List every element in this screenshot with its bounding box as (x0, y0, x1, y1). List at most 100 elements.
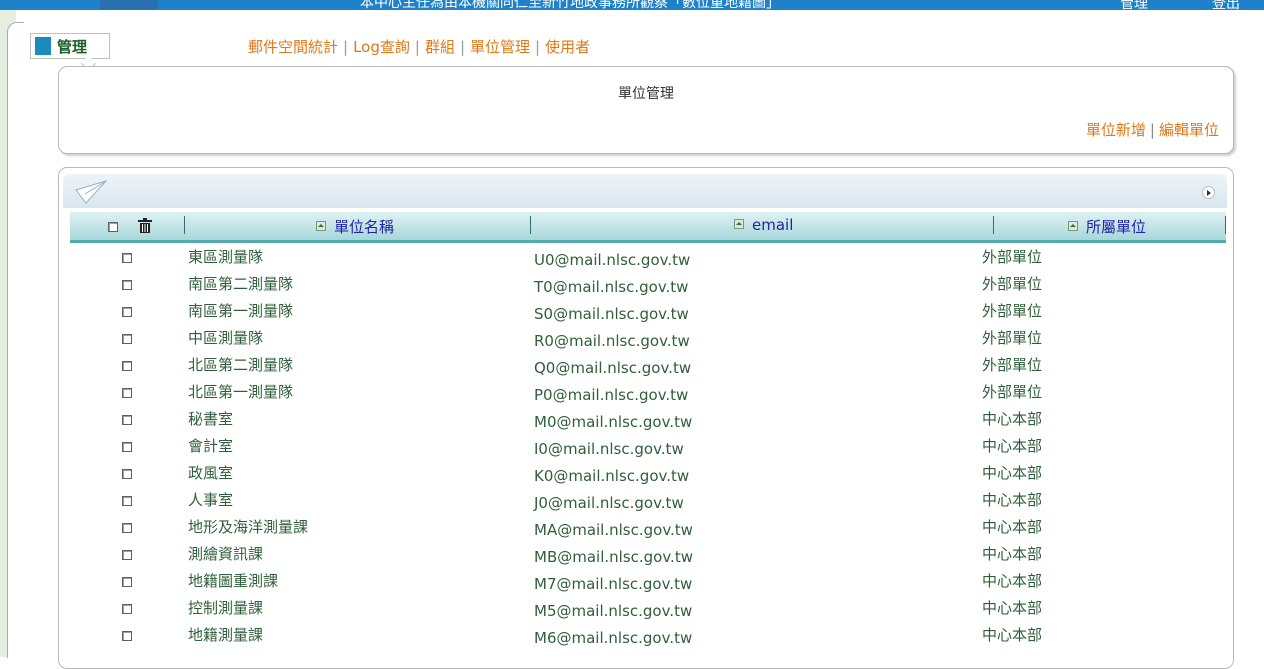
parent-unit-cell: 中心本部 (982, 491, 1043, 509)
unit-name-cell[interactable]: 測繪資訊課 (188, 543, 263, 564)
column-header-email[interactable]: email (734, 216, 793, 234)
table-row: 地形及海洋測量課 MA@mail.nlsc.gov.tw 中心本部 (0, 512, 1264, 539)
nav-mail-quota-stats[interactable]: 郵件空間統計 (248, 38, 338, 56)
table-row: 地籍圖重測課 M7@mail.nlsc.gov.tw 中心本部 (0, 566, 1264, 593)
parent-unit-cell: 中心本部 (982, 518, 1043, 536)
row-checkbox[interactable] (122, 307, 132, 317)
nav-unit-management[interactable]: 單位管理 (470, 38, 530, 56)
email-cell: J0@mail.nlsc.gov.tw (534, 494, 684, 512)
row-checkbox[interactable] (122, 361, 132, 371)
select-all-checkbox[interactable] (108, 222, 118, 232)
row-checkbox[interactable] (122, 415, 132, 425)
column-header-unit-name[interactable]: 單位名稱 (316, 216, 394, 237)
row-checkbox[interactable] (122, 496, 132, 506)
table-row: 控制測量課 M5@mail.nlsc.gov.tw 中心本部 (0, 593, 1264, 620)
table-row: 南區第二測量隊 T0@mail.nlsc.gov.tw 外部單位 (0, 269, 1264, 296)
column-divider (184, 216, 185, 234)
unit-name-cell[interactable]: 北區第二測量隊 (188, 354, 293, 375)
row-checkbox[interactable] (122, 550, 132, 560)
unit-name-cell[interactable]: 地籍圖重測課 (188, 570, 278, 591)
unit-name-cell[interactable]: 地形及海洋測量課 (188, 516, 308, 537)
table-row: 地籍測量課 M6@mail.nlsc.gov.tw 中心本部 (0, 620, 1264, 647)
unit-name-cell[interactable]: 秘書室 (188, 408, 233, 429)
sort-icon (316, 221, 326, 231)
panel-actions: 單位新增 | 編輯單位 (1085, 121, 1219, 139)
email-cell: M6@mail.nlsc.gov.tw (534, 629, 693, 647)
row-checkbox[interactable] (122, 523, 132, 533)
row-checkbox[interactable] (122, 469, 132, 479)
nav-users[interactable]: 使用者 (545, 38, 590, 56)
parent-unit-cell: 中心本部 (982, 599, 1043, 617)
email-cell: R0@mail.nlsc.gov.tw (534, 332, 690, 350)
row-checkbox[interactable] (122, 442, 132, 452)
email-cell: U0@mail.nlsc.gov.tw (534, 251, 691, 269)
unit-name-cell[interactable]: 控制測量課 (188, 597, 263, 618)
parent-unit-cell: 外部單位 (982, 275, 1043, 293)
email-cell: T0@mail.nlsc.gov.tw (534, 278, 689, 296)
parent-unit-cell: 中心本部 (982, 545, 1043, 563)
table-row: 中區測量隊 R0@mail.nlsc.gov.tw 外部單位 (0, 323, 1264, 350)
parent-unit-cell: 外部單位 (982, 356, 1043, 374)
parent-unit-cell: 外部單位 (982, 248, 1043, 266)
table-row: 測繪資訊課 MB@mail.nlsc.gov.tw 中心本部 (0, 539, 1264, 566)
unit-name-cell[interactable]: 會計室 (188, 435, 233, 456)
email-cell: K0@mail.nlsc.gov.tw (534, 467, 690, 485)
email-cell: MA@mail.nlsc.gov.tw (534, 521, 693, 539)
column-header-parent-unit[interactable]: 所屬單位 (1068, 216, 1146, 237)
edit-unit-link[interactable]: 編輯單位 (1159, 121, 1219, 139)
column-divider (993, 216, 994, 234)
parent-unit-cell: 中心本部 (982, 626, 1043, 644)
table-row: 北區第一測量隊 P0@mail.nlsc.gov.tw 外部單位 (0, 377, 1264, 404)
unit-name-cell[interactable]: 東區測量隊 (188, 246, 263, 267)
row-checkbox[interactable] (122, 604, 132, 614)
row-checkbox[interactable] (122, 253, 132, 263)
next-page-icon[interactable] (1202, 186, 1215, 199)
email-cell: M5@mail.nlsc.gov.tw (534, 602, 693, 620)
parent-unit-cell: 外部單位 (982, 302, 1043, 320)
unit-name-cell[interactable]: 南區第一測量隊 (188, 300, 293, 321)
parent-unit-cell: 中心本部 (982, 410, 1043, 428)
email-cell: I0@mail.nlsc.gov.tw (534, 440, 684, 458)
parent-unit-cell: 外部單位 (982, 383, 1043, 401)
paper-plane-icon (75, 180, 107, 204)
row-checkbox[interactable] (122, 388, 132, 398)
logout-link[interactable]: 登出 (1212, 0, 1240, 10)
manage-tab[interactable]: 管理 (30, 33, 110, 72)
email-cell: MB@mail.nlsc.gov.tw (534, 548, 693, 566)
email-cell: P0@mail.nlsc.gov.tw (534, 386, 689, 404)
add-unit-link[interactable]: 單位新增 (1086, 121, 1146, 139)
email-cell: M0@mail.nlsc.gov.tw (534, 413, 693, 431)
list-toolbar (63, 174, 1227, 208)
sort-icon (1068, 221, 1078, 231)
header-title: 本中心主任為由本機關同仁至新竹地政事務所觀察「數位重地籍圖」 (360, 0, 780, 10)
admin-nav: 郵件空間統計 | Log查詢 | 群組 | 單位管理 | 使用者 (248, 38, 591, 56)
manage-tab-label: 管理 (57, 38, 88, 56)
admin-link[interactable]: 管理 (1120, 0, 1148, 10)
unit-name-cell[interactable]: 地籍測量課 (188, 624, 263, 645)
top-header-bar: 本中心主任為由本機關同仁至新竹地政事務所觀察「數位重地籍圖」 管理 登出 (0, 0, 1264, 10)
table-row: 政風室 K0@mail.nlsc.gov.tw 中心本部 (0, 458, 1264, 485)
nav-groups[interactable]: 群組 (425, 38, 455, 56)
row-checkbox[interactable] (122, 280, 132, 290)
trash-icon[interactable] (138, 218, 152, 234)
column-divider (1225, 216, 1226, 234)
logo (100, 0, 158, 10)
table-row: 人事室 J0@mail.nlsc.gov.tw 中心本部 (0, 485, 1264, 512)
row-checkbox[interactable] (122, 631, 132, 641)
table-row: 南區第一測量隊 S0@mail.nlsc.gov.tw 外部單位 (0, 296, 1264, 323)
parent-unit-cell: 外部單位 (982, 329, 1043, 347)
table-row: 秘書室 M0@mail.nlsc.gov.tw 中心本部 (0, 404, 1264, 431)
unit-name-cell[interactable]: 北區第一測量隊 (188, 381, 293, 402)
table-row: 北區第二測量隊 Q0@mail.nlsc.gov.tw 外部單位 (0, 350, 1264, 377)
email-cell: Q0@mail.nlsc.gov.tw (534, 359, 692, 377)
table-row: 會計室 I0@mail.nlsc.gov.tw 中心本部 (0, 431, 1264, 458)
unit-name-cell[interactable]: 人事室 (188, 489, 233, 510)
row-checkbox[interactable] (122, 334, 132, 344)
email-cell: M7@mail.nlsc.gov.tw (534, 575, 693, 593)
unit-name-cell[interactable]: 中區測量隊 (188, 327, 263, 348)
unit-name-cell[interactable]: 政風室 (188, 462, 233, 483)
row-checkbox[interactable] (122, 577, 132, 587)
nav-log-query[interactable]: Log查詢 (353, 38, 410, 56)
table-row: 東區測量隊 U0@mail.nlsc.gov.tw 外部單位 (0, 242, 1264, 269)
unit-name-cell[interactable]: 南區第二測量隊 (188, 273, 293, 294)
